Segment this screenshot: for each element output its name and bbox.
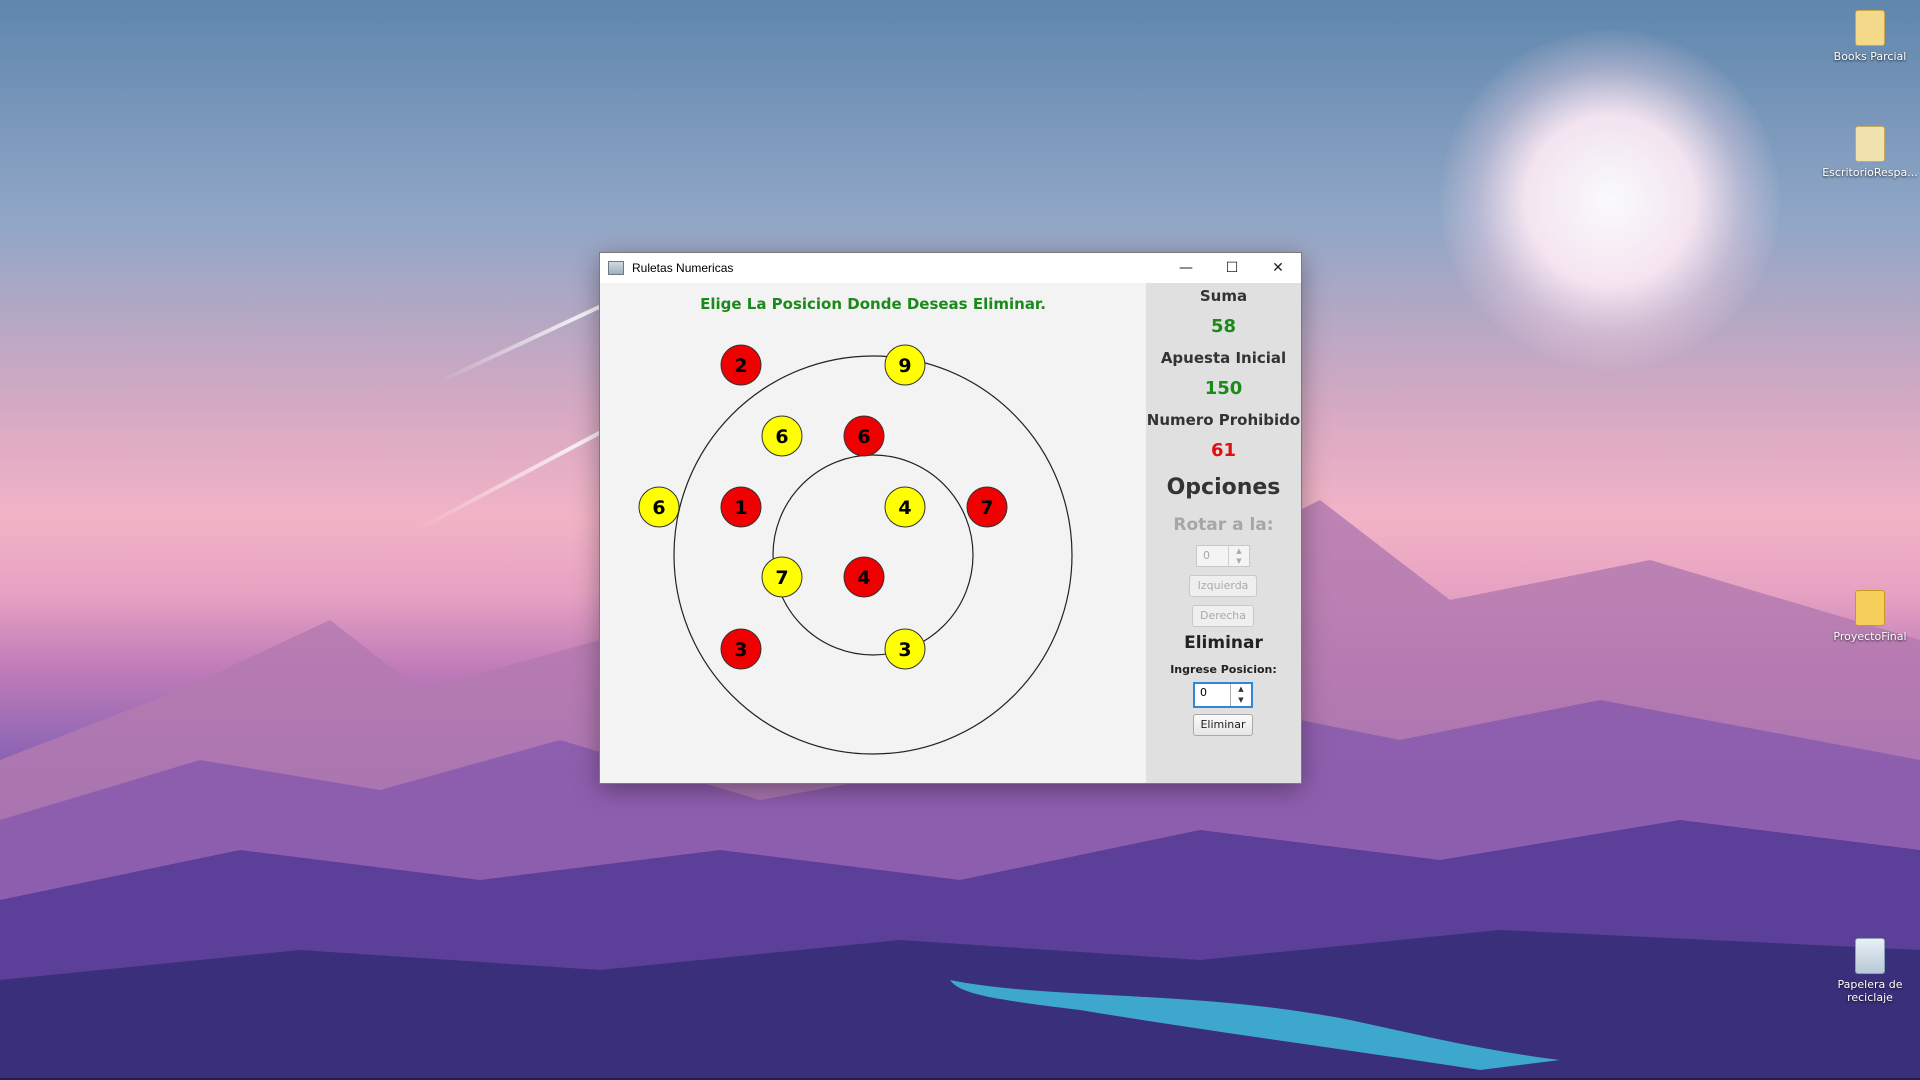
position-spinner[interactable]: 0 ▲ ▼ <box>1193 682 1253 708</box>
roulette-slot-number: 7 <box>980 497 993 519</box>
rotar-label: Rotar a la: <box>1173 515 1274 535</box>
desktop-icon-label: Books Parcial <box>1833 50 1907 63</box>
roulette-slot-number: 4 <box>857 567 870 589</box>
desktop-icon-escritorio[interactable]: EscritorioRespa... <box>1820 126 1920 179</box>
folder-icon <box>1855 590 1885 626</box>
eliminar-button[interactable]: Eliminar <box>1193 714 1253 736</box>
roulette-slot-number: 7 <box>775 567 788 589</box>
folder-icon <box>1855 126 1885 162</box>
roulette-slot-number: 2 <box>734 355 747 377</box>
roulette-slot-number: 3 <box>734 639 747 661</box>
suma-label: Suma <box>1199 287 1248 305</box>
maximize-button[interactable]: ☐ <box>1209 253 1255 283</box>
roulette-slot-number: 6 <box>857 426 870 448</box>
spinner-down-icon[interactable]: ▼ <box>1229 556 1249 566</box>
inner-ring-numbers: 6 6 4 4 7 1 <box>720 415 926 598</box>
options-panel: Suma 58 Apuesta Inicial 150 Numero Prohi… <box>1146 283 1301 783</box>
outer-ring-numbers: 2 9 7 3 3 6 <box>638 344 1008 670</box>
rotate-amount-value: 0 <box>1203 549 1210 562</box>
title-bar[interactable]: Ruletas Numericas — ☐ ✕ <box>600 253 1301 283</box>
minimize-button[interactable]: — <box>1163 253 1209 283</box>
outer-ring <box>673 355 1073 755</box>
desktop-icon-label: ProyectoFinal <box>1833 630 1907 643</box>
numero-prohibido-value: 61 <box>1210 440 1237 461</box>
spinner-up-icon[interactable]: ▲ <box>1229 546 1249 556</box>
roulette-slot-number: 4 <box>898 497 911 519</box>
rotate-amount-spinner[interactable]: 0 ▲ ▼ <box>1196 545 1250 567</box>
desktop-icon-recycle-bin[interactable]: Papelera de reciclaje <box>1820 938 1920 1004</box>
spinner-down-icon[interactable]: ▼ <box>1231 695 1251 706</box>
desktop-icon-books-parcial[interactable]: Books Parcial <box>1820 10 1920 63</box>
close-button[interactable]: ✕ <box>1255 253 1301 283</box>
roulette-slot-number: 1 <box>734 497 747 519</box>
position-value: 0 <box>1200 686 1207 699</box>
desktop-icon-label: Papelera de reciclaje <box>1837 978 1903 1004</box>
roulette-slot-number: 3 <box>898 639 911 661</box>
desktop-icon-proyectofinal[interactable]: ProyectoFinal <box>1820 590 1920 643</box>
window-content: Elige La Posicion Donde Deseas Eliminar.… <box>600 283 1301 783</box>
spinner-up-icon[interactable]: ▲ <box>1231 684 1251 695</box>
roulette-canvas: 2 9 7 3 3 6 6 6 4 4 7 1 <box>638 344 1073 755</box>
window-title: Ruletas Numericas <box>632 261 734 275</box>
posicion-label: Ingrese Posicion: <box>1170 663 1277 676</box>
desktop-icon-label: EscritorioRespa... <box>1822 166 1918 179</box>
app-icon <box>608 261 624 275</box>
inner-ring <box>772 454 974 656</box>
rotate-right-button[interactable]: Derecha <box>1192 605 1254 627</box>
numero-prohibido-label: Numero Prohibido <box>1146 411 1301 429</box>
roulette-board: Elige La Posicion Donde Deseas Eliminar.… <box>600 283 1146 783</box>
rotate-left-button[interactable]: Izquierda <box>1189 575 1257 597</box>
roulette-slot-number: 6 <box>775 426 788 448</box>
apuesta-inicial-label: Apuesta Inicial <box>1160 349 1287 367</box>
app-window: Ruletas Numericas — ☐ ✕ Elige La Posicio… <box>599 252 1302 784</box>
suma-value: 58 <box>1210 316 1237 337</box>
roulette-slot-number: 6 <box>652 497 665 519</box>
roulette-slot-number: 9 <box>898 355 911 377</box>
opciones-title: Opciones <box>1166 475 1281 500</box>
apuesta-inicial-value: 150 <box>1204 378 1243 399</box>
folder-icon <box>1855 10 1885 46</box>
recycle-bin-icon <box>1855 938 1885 974</box>
eliminar-title: Eliminar <box>1184 633 1263 653</box>
